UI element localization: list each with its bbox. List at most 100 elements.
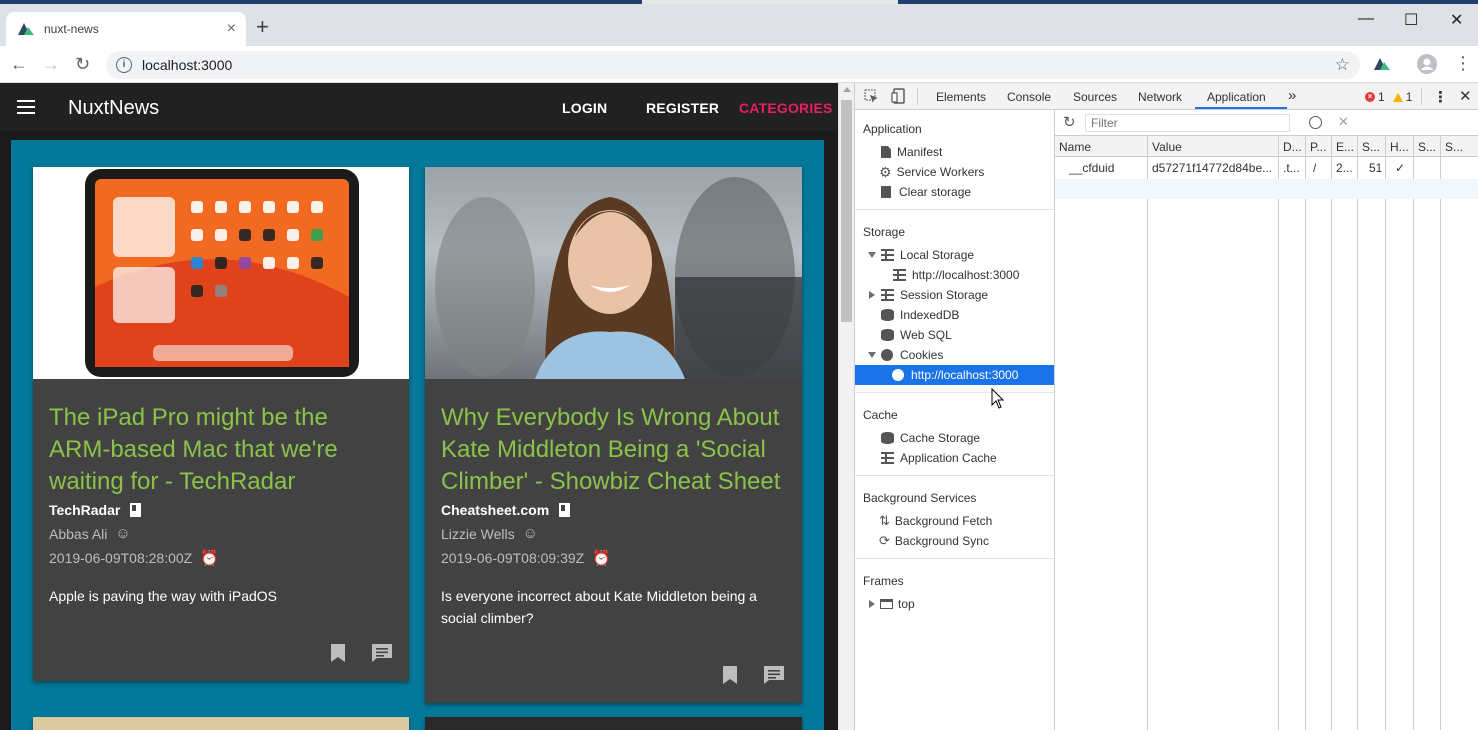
expand-arrow-icon[interactable] <box>868 252 876 258</box>
sidebar-item-label: Cache Storage <box>900 431 981 445</box>
scroll-up-arrow-icon[interactable] <box>843 87 851 92</box>
sidebar-item-cookies-origin[interactable]: http://localhost:3000 <box>855 365 1054 385</box>
back-button[interactable]: ← <box>10 54 28 74</box>
article-headline[interactable]: The iPad Pro might be the ARM-based Mac … <box>49 402 394 498</box>
collapse-arrow-icon[interactable] <box>869 291 875 299</box>
refresh-icon[interactable]: ↻ <box>1063 113 1076 131</box>
article-headline[interactable]: Why Everybody Is Wrong About Kate Middle… <box>441 402 786 498</box>
expand-arrow-icon[interactable] <box>868 352 876 358</box>
inspect-element-icon[interactable] <box>864 89 879 104</box>
delete-selected-icon[interactable]: ✕ <box>1338 114 1349 130</box>
sidebar-item-cookies[interactable]: Cookies <box>855 345 1054 365</box>
header-size[interactable]: S... <box>1362 140 1380 154</box>
news-card[interactable]: The iPad Pro might be the ARM-based Mac … <box>33 167 409 681</box>
devtools-toolbar: Elements Console Sources Network Applica… <box>855 83 1478 110</box>
site-info-icon[interactable]: i <box>116 57 132 73</box>
section-background-services: Background Services <box>863 491 977 505</box>
sidebar-item-label: http://localhost:3000 <box>912 268 1020 282</box>
tab-close-icon[interactable]: × <box>227 20 236 38</box>
header-httponly[interactable]: H... <box>1390 140 1409 154</box>
sidebar-item-service-workers[interactable]: ⚙ Service Workers <box>855 162 1054 182</box>
sidebar-item-manifest[interactable]: Manifest <box>855 142 1054 162</box>
tab-title: nuxt-news <box>44 22 99 36</box>
issues-counter[interactable]: × 1 1 <box>1365 90 1412 104</box>
device-toolbar-icon[interactable] <box>891 88 906 104</box>
tab-network[interactable]: Network <box>1138 90 1182 104</box>
sidebar-item-indexeddb[interactable]: IndexedDB <box>855 305 1054 325</box>
sidebar-item-label: Manifest <box>897 145 943 159</box>
table-icon <box>881 452 894 464</box>
header-secure[interactable]: S... <box>1418 140 1436 154</box>
sidebar-item-local-storage[interactable]: Local Storage <box>855 245 1054 265</box>
browser-tab[interactable]: nuxt-news × <box>6 12 246 46</box>
sidebar-item-clear-storage[interactable]: Clear storage <box>855 182 1054 202</box>
sidebar-item-label: IndexedDB <box>900 308 960 322</box>
comment-icon[interactable] <box>371 643 393 663</box>
author-name: Lizzie Wells <box>441 525 515 542</box>
article-image[interactable] <box>425 167 802 379</box>
sidebar-item-label: Service Workers <box>896 165 985 179</box>
bookmark-icon[interactable] <box>721 665 739 685</box>
devtools-menu-icon[interactable]: ⋮ <box>1433 88 1448 106</box>
application-sidebar: Application Manifest ⚙ Service Workers C… <box>855 110 1055 730</box>
devtools-close-icon[interactable]: ✕ <box>1459 87 1472 105</box>
sidebar-item-application-cache[interactable]: Application Cache <box>855 448 1054 468</box>
header-samesite[interactable]: S... <box>1445 140 1463 154</box>
sidebar-item-background-sync[interactable]: ⟳ Background Sync <box>855 531 1054 551</box>
collapse-arrow-icon[interactable] <box>869 600 875 608</box>
menu-hamburger-icon[interactable] <box>17 100 35 114</box>
bookmark-icon[interactable] <box>329 643 347 663</box>
cookie-domain: .t... <box>1283 161 1300 175</box>
scrollbar-thumb[interactable] <box>841 100 852 322</box>
sync-icon: ⟳ <box>879 533 890 548</box>
header-value[interactable]: Value <box>1152 140 1182 154</box>
extension-nuxt-icon[interactable] <box>1374 57 1390 71</box>
reload-button[interactable]: ↻ <box>75 54 90 74</box>
minimize-button[interactable]: — <box>1358 10 1374 28</box>
date-text: 2019-06-09T08:09:39Z <box>441 550 585 566</box>
profile-avatar-icon[interactable] <box>1417 54 1437 74</box>
section-storage: Storage <box>863 225 906 239</box>
register-link[interactable]: REGISTER <box>646 100 719 116</box>
sidebar-item-session-storage[interactable]: Session Storage <box>855 285 1054 305</box>
comment-icon[interactable] <box>763 665 785 685</box>
sidebar-item-frame-top[interactable]: top <box>855 594 1054 614</box>
tab-application[interactable]: Application <box>1207 90 1266 104</box>
face-icon: ☺ <box>115 525 131 542</box>
sidebar-item-local-storage-origin[interactable]: http://localhost:3000 <box>855 265 1054 285</box>
sidebar-item-background-fetch[interactable]: ⇅ Background Fetch <box>855 511 1054 531</box>
clear-all-icon[interactable] <box>1309 116 1322 129</box>
more-tabs-icon[interactable]: » <box>1288 87 1296 104</box>
categories-link[interactable]: CATEGORIES <box>739 100 833 116</box>
article-source[interactable]: Cheatsheet.com <box>441 502 571 518</box>
header-path[interactable]: P... <box>1310 140 1326 154</box>
sidebar-item-web-sql[interactable]: Web SQL <box>855 325 1054 345</box>
tab-elements[interactable]: Elements <box>936 90 986 104</box>
article-source[interactable]: TechRadar <box>49 502 142 518</box>
header-expires[interactable]: E... <box>1336 140 1354 154</box>
news-card-partial[interactable] <box>33 717 409 730</box>
header-name[interactable]: Name <box>1059 140 1091 154</box>
maximize-button[interactable]: ☐ <box>1404 10 1418 30</box>
new-tab-button[interactable]: + <box>256 16 269 38</box>
page-scrollbar[interactable] <box>838 83 854 730</box>
article-image[interactable] <box>33 167 409 379</box>
header-domain[interactable]: D... <box>1283 140 1302 154</box>
news-card-partial[interactable] <box>425 717 802 730</box>
tab-sources[interactable]: Sources <box>1073 90 1117 104</box>
app-brand[interactable]: NuxtNews <box>68 97 159 120</box>
forward-button[interactable]: → <box>42 54 60 74</box>
browser-menu-icon[interactable]: ⋮ <box>1454 53 1472 73</box>
address-bar[interactable]: i localhost:3000 ☆ <box>106 51 1360 79</box>
bookmark-star-icon[interactable]: ☆ <box>1335 55 1350 75</box>
tab-console[interactable]: Console <box>1007 90 1051 104</box>
window-close-button[interactable]: ✕ <box>1450 10 1463 30</box>
cookie-size: 51 <box>1369 161 1383 175</box>
sidebar-item-cache-storage[interactable]: Cache Storage <box>855 428 1054 448</box>
cookie-filter-input[interactable] <box>1085 114 1290 132</box>
news-card[interactable]: Why Everybody Is Wrong About Kate Middle… <box>425 167 802 703</box>
mouse-cursor-icon <box>991 388 1005 409</box>
login-link[interactable]: LOGIN <box>562 100 607 116</box>
table-row[interactable]: __cfduid d57271f14772d84be... .t... / 2.… <box>1055 157 1478 178</box>
source-name: Cheatsheet.com <box>441 502 550 518</box>
